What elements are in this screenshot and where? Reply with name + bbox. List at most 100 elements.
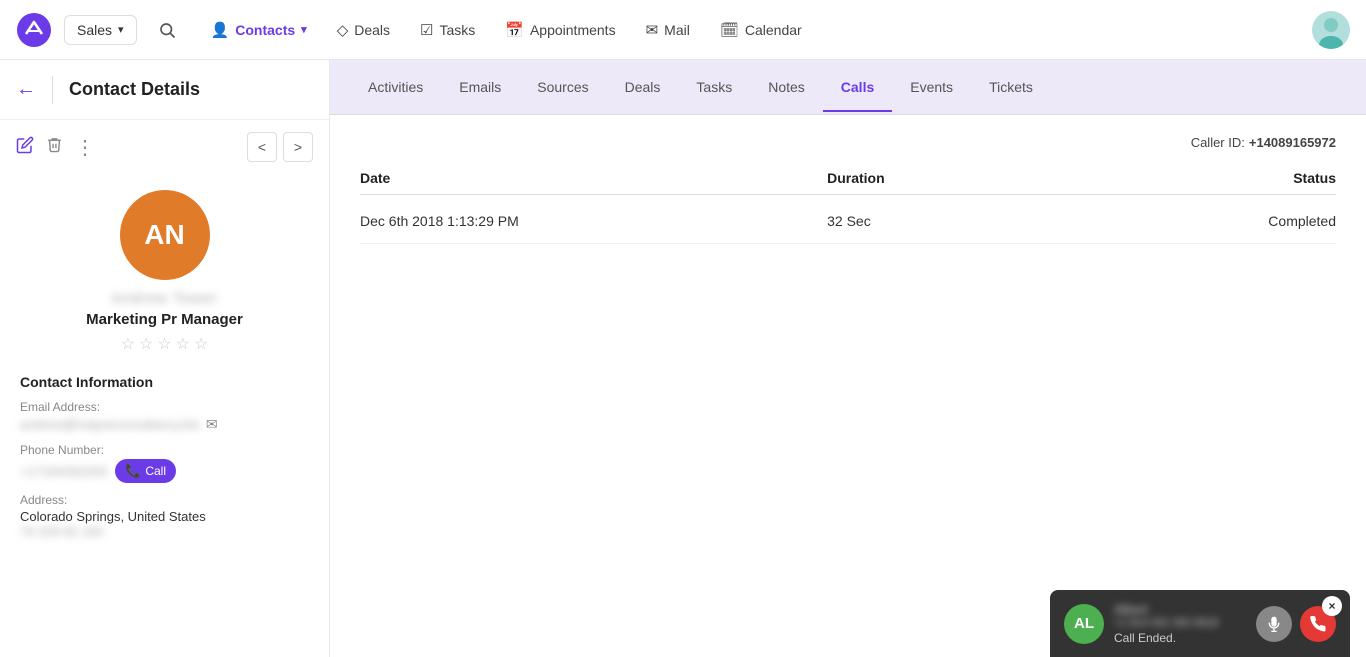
close-widget-button[interactable]: × bbox=[1322, 596, 1342, 616]
tab-events-label: Events bbox=[910, 79, 953, 95]
back-button[interactable]: ← bbox=[16, 78, 36, 101]
col-duration: Duration bbox=[767, 170, 1132, 186]
contact-info: Contact Information Email Address: andre… bbox=[0, 362, 329, 551]
star-3: ☆ bbox=[157, 334, 171, 354]
contact-title: Marketing Pr Manager bbox=[86, 311, 243, 328]
tab-calls[interactable]: Calls bbox=[823, 63, 892, 111]
avatar: AN bbox=[120, 190, 210, 280]
col-status: Status bbox=[1132, 170, 1336, 186]
tab-notes[interactable]: Notes bbox=[750, 63, 823, 111]
tab-events[interactable]: Events bbox=[892, 63, 971, 111]
right-panel: Activities Emails Sources Deals Tasks No… bbox=[330, 60, 1366, 657]
caller-name: Albert bbox=[1114, 602, 1246, 617]
contacts-label: Contacts bbox=[235, 22, 295, 38]
nav-calendar[interactable]: 🗓 Calendar bbox=[706, 13, 816, 47]
info-title: Contact Information bbox=[20, 374, 309, 390]
caller-number: +1 814 932 393 9918 bbox=[1114, 617, 1246, 629]
address-label: Address: bbox=[20, 493, 309, 507]
nav-contacts[interactable]: 👤 Contacts ▾ bbox=[197, 13, 321, 47]
main-layout: ← Contact Details ⋮ < > bbox=[0, 60, 1366, 657]
app-logo[interactable] bbox=[16, 12, 52, 48]
delete-icon[interactable] bbox=[46, 136, 63, 158]
divider bbox=[52, 76, 53, 104]
nav-arrows: < > bbox=[247, 132, 313, 162]
call-btn-label: Call bbox=[145, 464, 166, 478]
star-rating: ☆ ☆ ☆ ☆ ☆ bbox=[121, 334, 209, 354]
tasks-icon: ☑ bbox=[420, 21, 433, 39]
col-date: Date bbox=[360, 170, 767, 186]
edit-icon[interactable] bbox=[16, 136, 34, 159]
tab-activities-label: Activities bbox=[368, 79, 423, 95]
mail-icon: ✉ bbox=[646, 21, 659, 39]
phone-value: +17164392293 bbox=[20, 464, 107, 479]
tab-deals-label: Deals bbox=[625, 79, 661, 95]
star-4: ☆ bbox=[176, 334, 190, 354]
chevron-down-icon: ▾ bbox=[118, 23, 124, 36]
star-5: ☆ bbox=[194, 334, 208, 354]
tab-tickets-label: Tickets bbox=[989, 79, 1033, 95]
tab-tickets[interactable]: Tickets bbox=[971, 63, 1051, 111]
nav-items: 👤 Contacts ▾ ◇ Deals ☑ Tasks 📅 Appointme… bbox=[197, 13, 1308, 47]
user-avatar[interactable] bbox=[1312, 11, 1350, 49]
more-options-icon[interactable]: ⋮ bbox=[75, 135, 96, 160]
tab-sources-label: Sources bbox=[537, 79, 588, 95]
caller-id-value: +14089165972 bbox=[1249, 135, 1336, 150]
search-button[interactable] bbox=[149, 12, 185, 48]
call-date: Dec 6th 2018 1:13:29 PM bbox=[360, 213, 767, 229]
tab-notes-label: Notes bbox=[768, 79, 805, 95]
contacts-icon: 👤 bbox=[211, 21, 230, 39]
call-ended-widget: × AL Albert +1 814 932 393 9918 Call End… bbox=[1050, 590, 1350, 657]
email-icon[interactable]: ✉ bbox=[206, 416, 218, 433]
tab-activities[interactable]: Activities bbox=[350, 63, 441, 111]
call-info: Albert +1 814 932 393 9918 Call Ended. bbox=[1114, 602, 1246, 645]
deals-icon: ◇ bbox=[337, 21, 349, 39]
mute-button[interactable] bbox=[1256, 606, 1292, 642]
chevron-icon: ▾ bbox=[301, 23, 307, 36]
nav-appointments[interactable]: 📅 Appointments bbox=[491, 13, 629, 47]
appointments-icon: 📅 bbox=[505, 21, 524, 39]
page-title: Contact Details bbox=[69, 79, 200, 100]
tab-emails[interactable]: Emails bbox=[441, 63, 519, 111]
topnav: Sales ▾ 👤 Contacts ▾ ◇ Deals ☑ Tasks 📅 A… bbox=[0, 0, 1366, 60]
calls-table: Date Duration Status Dec 6th 2018 1:13:2… bbox=[360, 170, 1336, 244]
call-status-text: Call Ended. bbox=[1114, 631, 1246, 645]
phone-icon: 📞 bbox=[125, 463, 141, 479]
content-area: Caller ID: +14089165972 Date Duration St… bbox=[330, 115, 1366, 657]
tab-sources[interactable]: Sources bbox=[519, 63, 606, 111]
calendar-icon: 🗓 bbox=[720, 21, 739, 39]
caller-initials: AL bbox=[1074, 615, 1094, 632]
mail-label: Mail bbox=[664, 22, 690, 38]
close-icon: × bbox=[1328, 599, 1335, 613]
caller-id-row: Caller ID: +14089165972 bbox=[360, 135, 1336, 150]
sales-label: Sales bbox=[77, 22, 112, 38]
tabs-bar: Activities Emails Sources Deals Tasks No… bbox=[330, 60, 1366, 115]
star-2: ☆ bbox=[139, 334, 153, 354]
contact-name: Andrew Tower bbox=[111, 290, 218, 307]
table-header: Date Duration Status bbox=[360, 170, 1336, 195]
prev-contact-button[interactable]: < bbox=[247, 132, 277, 162]
nav-tasks[interactable]: ☑ Tasks bbox=[406, 13, 489, 47]
calendar-label: Calendar bbox=[745, 22, 802, 38]
call-button[interactable]: 📞 Call bbox=[115, 459, 176, 483]
tab-deals[interactable]: Deals bbox=[607, 63, 679, 111]
tab-tasks[interactable]: Tasks bbox=[678, 63, 750, 111]
call-status: Completed bbox=[1132, 213, 1336, 229]
sales-dropdown[interactable]: Sales ▾ bbox=[64, 15, 137, 45]
phone-row: +17164392293 📞 Call bbox=[20, 459, 309, 483]
appointments-label: Appointments bbox=[530, 22, 616, 38]
contact-actions: ⋮ < > bbox=[0, 120, 329, 174]
nav-mail[interactable]: ✉ Mail bbox=[632, 13, 704, 47]
star-1: ☆ bbox=[121, 334, 135, 354]
tab-tasks-label: Tasks bbox=[696, 79, 732, 95]
deals-label: Deals bbox=[354, 22, 390, 38]
next-contact-button[interactable]: > bbox=[283, 132, 313, 162]
caller-id-label: Caller ID: bbox=[1191, 135, 1245, 150]
tasks-label: Tasks bbox=[439, 22, 475, 38]
address-extra: 79 209 82 165 bbox=[20, 524, 309, 539]
address-value: Colorado Springs, United States bbox=[20, 509, 309, 524]
call-duration: 32 Sec bbox=[767, 213, 1132, 229]
email-row: andrew@hotpotconsultancy.biz ✉ bbox=[20, 416, 309, 433]
nav-deals[interactable]: ◇ Deals bbox=[323, 13, 404, 47]
tab-emails-label: Emails bbox=[459, 79, 501, 95]
panel-header: ← Contact Details bbox=[0, 60, 329, 120]
